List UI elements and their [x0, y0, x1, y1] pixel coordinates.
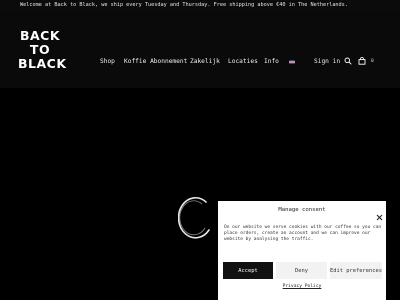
nav-item-locaties[interactable]: Locaties [228, 58, 258, 65]
main-nav: Shop Koffie Abonnement Zakelijk Locaties… [0, 57, 400, 68]
logo[interactable]: BACK TO BLACK [18, 28, 66, 85]
site-header: BACK TO BLACK Shop Koffie Abonnement Zak… [0, 12, 400, 88]
nav-item-koffie-abonnement[interactable]: Koffie Abonnement [124, 58, 187, 65]
privacy-policy-link[interactable]: Privacy Policy [218, 284, 386, 289]
flag-nl-icon[interactable] [289, 59, 295, 66]
search-icon[interactable] [344, 57, 352, 65]
nav-item-zakelijk[interactable]: Zakelijk [190, 58, 220, 65]
cookie-consent-dialog: Manage consent On our website we serve c… [218, 201, 386, 300]
deny-button[interactable]: Deny [276, 262, 327, 279]
logo-line-1: BACK [19, 28, 61, 43]
consent-title: Manage consent [278, 207, 326, 213]
edit-preferences-button[interactable]: Edit preferences [330, 262, 382, 279]
cart-icon[interactable] [358, 57, 366, 65]
logo-line-2: TO [29, 42, 51, 57]
loading-spinner-icon [177, 196, 214, 240]
announcement-text: Welcome at Back to Black, we ship every … [20, 2, 348, 8]
announcement-bar: Welcome at Back to Black, we ship every … [0, 0, 400, 12]
close-icon[interactable] [376, 206, 383, 221]
nav-item-shop[interactable]: Shop [100, 58, 115, 65]
accept-button[interactable]: Accept [223, 262, 273, 279]
sign-in-link[interactable]: Sign in [314, 58, 340, 65]
nav-item-info[interactable]: Info [264, 58, 279, 65]
cart-count: 0 [371, 59, 374, 64]
consent-text: On our website we serve cookies with our… [224, 225, 382, 243]
